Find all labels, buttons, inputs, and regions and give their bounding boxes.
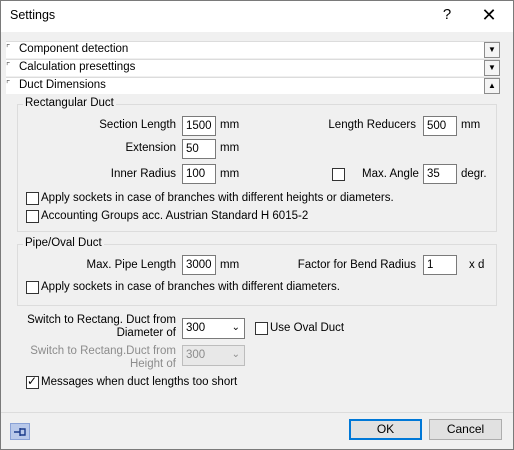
switch-height-label-line1: Switch to Rectang.Duct from [30, 345, 176, 357]
switch-diameter-label-line2: Diameter of [116, 327, 176, 339]
section-duct-dimensions[interactable]: ⌜ Duct Dimensions ▲ [6, 77, 500, 94]
unit-label: mm [220, 142, 240, 154]
inner-radius-label: Inner Radius [110, 168, 176, 180]
group-title: Rectangular Duct [23, 97, 116, 109]
unit-label: mm [461, 119, 481, 131]
use-oval-duct-checkbox[interactable] [255, 322, 268, 335]
switch-diameter-label: Switch to Rectang. Duct from Diameter of [20, 314, 176, 340]
diameter-combo[interactable]: 300 ⌄ [182, 318, 245, 339]
messages-label[interactable]: Messages when duct lengths too short [41, 376, 237, 388]
unit-label: x d [469, 259, 485, 271]
footer-divider [0, 412, 514, 413]
length-reducers-label: Length Reducers [328, 119, 416, 131]
apply-sockets-diameters-label[interactable]: Apply sockets in case of branches with d… [41, 281, 340, 293]
help-icon[interactable]: ? [437, 4, 457, 26]
section-length-field[interactable]: 1500 [182, 116, 216, 136]
section-label: Calculation presettings [19, 61, 136, 73]
length-reducers-field[interactable]: 500 [423, 116, 457, 136]
section-label: Component detection [19, 43, 129, 55]
combo-value: 300 [186, 322, 206, 334]
accounting-groups-checkbox[interactable] [26, 210, 39, 223]
pipe-oval-duct-group [17, 244, 497, 306]
switch-height-label: Switch to Rectang.Duct from Height of [20, 345, 176, 371]
use-oval-duct-label[interactable]: Use Oval Duct [270, 322, 344, 334]
inner-radius-field[interactable]: 100 [182, 164, 216, 184]
expand-arrow-icon[interactable]: ▼ [484, 42, 500, 58]
close-icon[interactable]: ✕ [478, 4, 500, 26]
factor-bend-radius-field[interactable]: 1 [423, 255, 457, 275]
section-marker: ⌜ [6, 61, 11, 71]
max-pipe-length-label: Max. Pipe Length [86, 259, 176, 271]
extension-label: Extension [125, 142, 176, 154]
accounting-groups-label[interactable]: Accounting Groups acc. Austrian Standard… [41, 210, 308, 222]
cancel-button[interactable]: Cancel [429, 419, 502, 440]
apply-sockets-checkbox[interactable] [26, 192, 39, 205]
combo-value: 300 [186, 349, 206, 361]
max-angle-checkbox[interactable] [332, 168, 345, 181]
section-label: Duct Dimensions [19, 79, 106, 91]
apply-sockets-diameters-checkbox[interactable] [26, 281, 39, 294]
max-angle-field[interactable]: 35 [423, 164, 457, 184]
collapse-arrow-icon[interactable]: ▲ [484, 78, 500, 94]
section-marker: ⌜ [6, 79, 11, 89]
unit-label: mm [220, 168, 240, 180]
section-length-label: Section Length [99, 119, 176, 131]
extension-field[interactable]: 50 [182, 139, 216, 159]
chevron-down-icon: ⌄ [231, 349, 240, 360]
chevron-down-icon: ⌄ [231, 322, 240, 333]
ok-button[interactable]: OK [349, 419, 422, 440]
pin-icon[interactable] [10, 423, 30, 440]
group-title: Pipe/Oval Duct [23, 237, 104, 249]
section-component-detection[interactable]: ⌜ Component detection ▼ [6, 41, 500, 58]
switch-diameter-label-line1: Switch to Rectang. Duct from [27, 314, 176, 326]
max-angle-label: Max. Angle [362, 168, 419, 180]
height-combo: 300 ⌄ [182, 345, 245, 366]
unit-label: degr. [461, 168, 487, 180]
section-calculation-presettings[interactable]: ⌜ Calculation presettings ▼ [6, 59, 500, 76]
section-marker: ⌜ [6, 43, 11, 53]
expand-arrow-icon[interactable]: ▼ [484, 60, 500, 76]
max-pipe-length-field[interactable]: 3000 [182, 255, 216, 275]
factor-bend-radius-label: Factor for Bend Radius [297, 259, 416, 271]
apply-sockets-label[interactable]: Apply sockets in case of branches with d… [41, 192, 394, 204]
window-title: Settings [10, 8, 56, 22]
unit-label: mm [220, 119, 240, 131]
switch-height-label-line2: Height of [129, 358, 176, 370]
unit-label: mm [220, 259, 240, 271]
messages-checkbox[interactable] [26, 374, 39, 389]
